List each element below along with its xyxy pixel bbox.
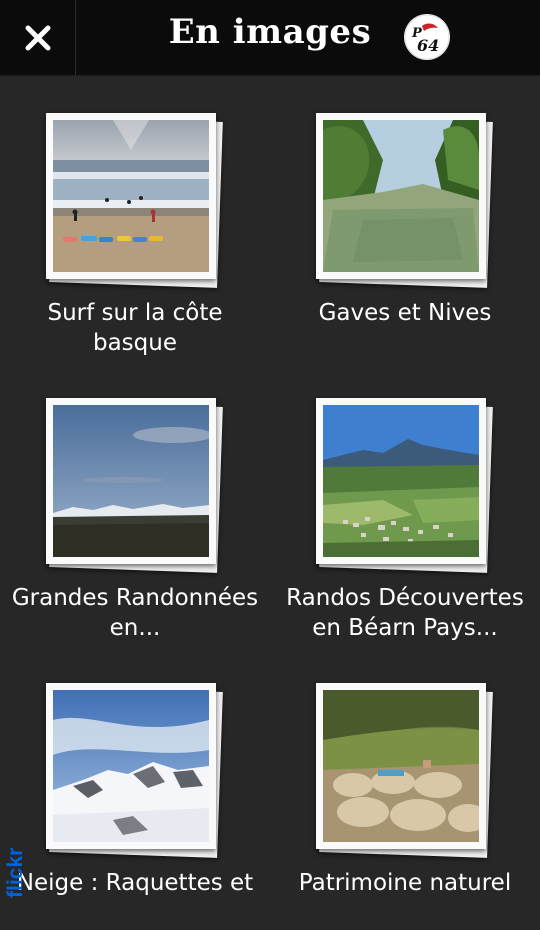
flickr-logo: flickr <box>2 822 28 900</box>
photo-frame <box>46 113 223 288</box>
svg-text:64: 64 <box>417 36 439 55</box>
photo-sheep-field <box>323 690 479 842</box>
gallery-grid: Surf sur la côte basque Gaves et Nives G… <box>0 75 540 900</box>
flickr-text: flickr <box>4 848 27 898</box>
gallery-item-patrimoine[interactable]: Patrimoine naturel <box>270 645 540 930</box>
p64-logo[interactable]: P 64 <box>403 13 451 61</box>
photo-frame <box>316 683 493 858</box>
svg-text:flickr: flickr <box>4 848 27 898</box>
photo-snow-mountains <box>53 690 209 842</box>
page-title: En images <box>168 12 372 52</box>
gallery-item-surf[interactable]: Surf sur la côte basque <box>0 75 270 360</box>
photo-frame <box>316 398 493 573</box>
photo-beach-surf <box>53 120 209 272</box>
close-icon <box>25 25 50 50</box>
gallery-item-label: Grandes Randonnées en... <box>11 585 259 641</box>
gallery-item-label: Gaves et Nives <box>318 300 492 326</box>
gallery-item-label: Surf sur la côte basque <box>47 300 223 356</box>
close-button[interactable] <box>0 0 76 75</box>
photo-frame <box>316 113 493 288</box>
gallery-item-label: Patrimoine naturel <box>298 870 512 896</box>
photo-river <box>323 120 479 272</box>
gallery-item-label: Neige : Raquettes et <box>16 870 254 896</box>
photo-mountain-view <box>53 405 209 557</box>
photo-frame <box>46 683 223 858</box>
gallery-item-grandes-randonnees[interactable]: Grandes Randonnées en... <box>0 360 270 645</box>
photo-valley-village <box>323 405 479 557</box>
photo-frame <box>46 398 223 573</box>
gallery-item-gaves[interactable]: Gaves et Nives <box>270 75 540 360</box>
gallery-item-label: Randos Découvertes en Béarn Pays... <box>286 585 524 641</box>
gallery-item-randos-decouvertes[interactable]: Randos Découvertes en Béarn Pays... <box>270 360 540 645</box>
gallery-item-neige[interactable]: Neige : Raquettes et <box>0 645 270 930</box>
top-bar: En images P 64 <box>0 0 540 76</box>
